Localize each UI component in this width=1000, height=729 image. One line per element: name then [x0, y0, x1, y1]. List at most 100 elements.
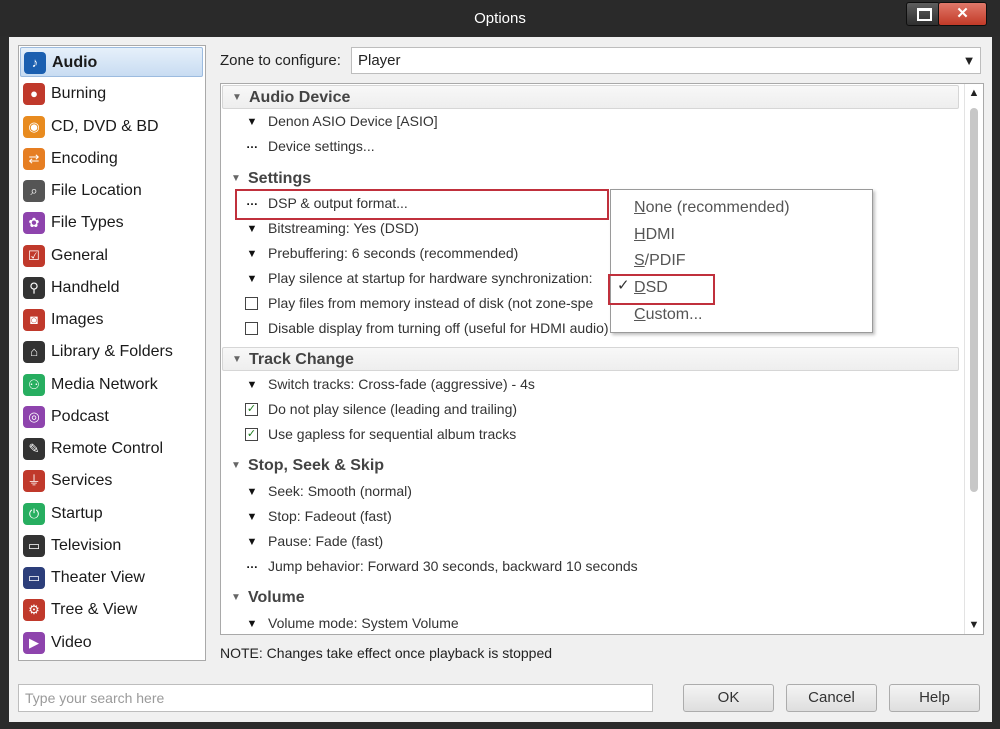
vertical-scrollbar[interactable]: ▲ ▼ — [964, 84, 983, 634]
sidebar-item-handheld[interactable]: ⚲ Handheld — [20, 273, 203, 303]
setting-label: Stop: Fadeout (fast) — [268, 508, 392, 524]
checkbox-unchecked[interactable] — [245, 322, 258, 335]
menu-item-none[interactable]: None (recommended) — [634, 199, 790, 217]
ellipsis-icon: … — [246, 137, 258, 151]
help-button[interactable]: Help — [889, 684, 980, 712]
bitstreaming-menu: None (recommended) HDMI S/PDIF ✓ DSD Cus… — [610, 189, 873, 333]
sidebar-item-audio[interactable]: ♪ Audio — [20, 47, 203, 77]
highlight-box-dsp — [235, 189, 609, 220]
sidebar-item-label: Media Network — [51, 375, 158, 393]
ellipsis-icon: … — [246, 557, 258, 571]
checkbox-checked[interactable]: ✓ — [245, 403, 258, 416]
sidebar-item-video[interactable]: ▶ Video — [20, 628, 203, 658]
options-window: Options ✕ ♪ Audio ● Burning ◉ CD, DVD & BD ⇄ En… — [0, 0, 1000, 729]
setting-label: Bitstreaming: Yes (DSD) — [268, 220, 419, 236]
checkbox-unchecked[interactable] — [245, 297, 258, 310]
sidebar-item-tree-view[interactable]: ⚙ Tree & View — [20, 595, 203, 625]
sidebar-item-general[interactable]: ☑ General — [20, 241, 203, 271]
setting-label: Switch tracks: Cross-fade (aggressive) -… — [268, 376, 535, 392]
sidebar-item-media-network[interactable]: ⚇ Media Network — [20, 370, 203, 400]
setting-label: Use gapless for sequential album tracks — [268, 426, 517, 442]
section-title: Settings — [248, 170, 312, 187]
sidebar-item-file-types[interactable]: ✿ File Types — [20, 208, 203, 238]
cancel-button[interactable]: Cancel — [786, 684, 877, 712]
highlight-box-dsd — [608, 274, 715, 305]
sidebar-item-label: File Types — [51, 214, 124, 232]
sidebar-item-startup[interactable]: ⏻ Startup — [20, 499, 203, 529]
plug-icon: ⏚ — [23, 470, 45, 493]
section-title: Volume — [248, 589, 305, 606]
setting-label: Pause: Fade (fast) — [268, 533, 384, 549]
scroll-down-icon[interactable]: ▼ — [965, 619, 983, 631]
section-title: Track Change — [249, 351, 354, 368]
sidebar-item-remote-control[interactable]: ✎ Remote Control — [20, 434, 203, 464]
zone-select[interactable]: Player ▼ — [351, 47, 981, 74]
chevron-down-icon: ▼ — [246, 536, 258, 548]
section-header-volume[interactable]: ▼ Volume — [222, 586, 959, 610]
collapse-triangle-icon: ▼ — [231, 173, 241, 184]
search-input[interactable] — [18, 684, 653, 712]
menu-item-custom[interactable]: Custom... — [634, 306, 702, 324]
chevron-down-icon: ▼ — [246, 223, 258, 235]
maximize-icon — [917, 8, 932, 21]
checkbox-icon: ☑ — [23, 244, 45, 267]
sidebar-item-label: CD, DVD & BD — [51, 117, 159, 135]
chevron-down-icon: ▼ — [246, 379, 258, 391]
scroll-up-icon[interactable]: ▲ — [965, 87, 983, 99]
sidebar-item-label: File Location — [51, 182, 142, 199]
sidebar-item-label: Encoding — [51, 149, 118, 167]
sidebar-item-images[interactable]: ◙ Images — [20, 305, 203, 335]
sidebar-item-television[interactable]: ▭ Television — [20, 531, 203, 561]
setting-label: Disable display from turning off (useful… — [268, 320, 609, 336]
close-icon: ✕ — [956, 5, 969, 22]
collapse-triangle-icon: ▼ — [232, 92, 242, 103]
collapse-triangle-icon: ▼ — [231, 592, 241, 603]
file-search-icon: ⌕ — [23, 180, 45, 202]
network-icon: ⚇ — [23, 373, 45, 396]
window-title: Options — [474, 10, 526, 27]
ok-button[interactable]: OK — [683, 684, 774, 712]
section-header-audio-device[interactable]: ▼ Audio Device — [222, 85, 959, 109]
sidebar-item-label: General — [51, 246, 108, 264]
sidebar-item-label: Burning — [51, 85, 107, 103]
sidebar-item-library-folders[interactable]: ⌂ Library & Folders — [20, 337, 203, 367]
menu-item-hdmi[interactable]: HDMI — [634, 226, 675, 244]
setting-label: Jump behavior: Forward 30 seconds, backw… — [268, 558, 638, 574]
maximize-button[interactable] — [906, 2, 940, 26]
section-header-stop-seek-skip[interactable]: ▼ Stop, Seek & Skip — [222, 454, 959, 478]
television-icon: ▭ — [23, 534, 45, 557]
sidebar-item-podcast[interactable]: ◎ Podcast — [20, 402, 203, 432]
section-title: Stop, Seek & Skip — [248, 457, 385, 474]
sidebar-item-services[interactable]: ⏚ Services — [20, 466, 203, 496]
section-header-track-change[interactable]: ▼ Track Change — [222, 347, 959, 371]
power-icon: ⏻ — [23, 502, 45, 525]
setting-label: Do not play silence (leading and trailin… — [268, 401, 518, 417]
collapse-triangle-icon: ▼ — [231, 460, 241, 471]
sidebar-item-label: Images — [51, 311, 104, 328]
checkbox-checked[interactable]: ✓ — [245, 428, 258, 441]
setting-label: Device settings... — [268, 138, 375, 154]
podcast-icon: ◎ — [23, 405, 45, 428]
chevron-down-icon: ▼ — [246, 486, 258, 498]
sidebar-item-cd-dvd-bd[interactable]: ◉ CD, DVD & BD — [20, 112, 203, 142]
camera-icon: ◙ — [23, 309, 45, 331]
collapse-triangle-icon: ▼ — [232, 354, 242, 365]
scroll-thumb[interactable] — [970, 108, 978, 492]
close-button[interactable]: ✕ — [938, 2, 987, 26]
sidebar-item-label: Video — [51, 633, 92, 651]
sidebar-item-theater-view[interactable]: ▭ Theater View — [20, 563, 203, 593]
section-header-settings[interactable]: ▼ Settings — [222, 167, 959, 191]
sidebar-item-encoding[interactable]: ⇄ Encoding — [20, 144, 203, 174]
settings-panel: ▼ Audio Device ▼ Denon ASIO Device [ASIO… — [220, 83, 984, 635]
house-icon: ⌂ — [23, 341, 45, 364]
note-text: NOTE: Changes take effect once playback … — [220, 645, 553, 661]
sidebar-item-label: Theater View — [51, 569, 145, 586]
menu-item-spdif[interactable]: S/PDIF — [634, 252, 686, 270]
sidebar-item-file-location[interactable]: ⌕ File Location — [20, 176, 203, 206]
setting-label: Play silence at startup for hardware syn… — [268, 270, 593, 286]
sidebar-item-burning[interactable]: ● Burning — [20, 79, 203, 109]
file-types-icon: ✿ — [23, 212, 45, 235]
section-title: Audio Device — [249, 89, 351, 106]
chevron-down-icon: ▼ — [246, 248, 258, 260]
chevron-down-icon[interactable]: ▼ — [958, 48, 980, 73]
